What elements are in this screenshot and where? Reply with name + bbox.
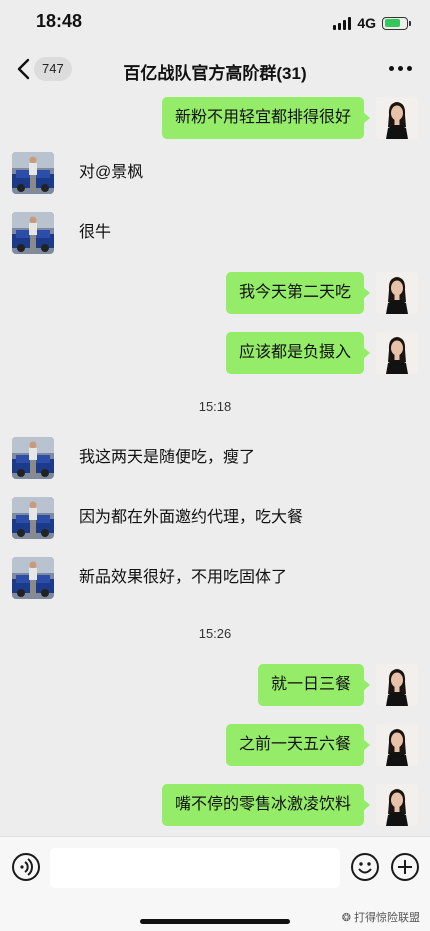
home-indicator: [140, 919, 290, 924]
input-bar: ❂ 打得惊险联盟: [0, 836, 430, 931]
message-bubble[interactable]: 新品效果很好，不用吃固体了: [66, 557, 300, 599]
avatar[interactable]: [376, 97, 418, 139]
avatar[interactable]: [376, 332, 418, 374]
message-row-received: 我这两天是随便吃，瘦了: [0, 437, 430, 483]
avatar[interactable]: [12, 152, 54, 194]
message-bubble[interactable]: 我今天第二天吃: [225, 272, 371, 314]
message-bubble[interactable]: 新粉不用轻宜都排得很好: [161, 97, 371, 139]
message-row-received: 很牛: [0, 212, 430, 258]
message-bubble[interactable]: 就一日三餐: [257, 664, 371, 706]
voice-icon[interactable]: [11, 852, 41, 882]
message-row-sent: 我今天第二天吃: [0, 272, 430, 318]
avatar[interactable]: [12, 212, 54, 254]
message-row-sent: 之前一天五六餐: [0, 724, 430, 770]
message-bubble[interactable]: 因为都在外面邀约代理，吃大餐: [66, 497, 316, 539]
timestamp: 15:18: [198, 399, 232, 414]
message-bubble[interactable]: 嘴不停的零售冰激凌饮料: [161, 784, 371, 826]
avatar[interactable]: [376, 784, 418, 826]
battery-icon: [382, 16, 411, 30]
message-bubble[interactable]: 很牛: [66, 212, 124, 254]
message-bubble[interactable]: 之前一天五六餐: [225, 724, 371, 766]
message-row-sent: 就一日三餐: [0, 664, 430, 710]
chat-title: 百亿战队官方高阶群(31): [123, 64, 307, 83]
avatar[interactable]: [376, 664, 418, 706]
status-icons: 4G: [333, 14, 411, 32]
message-bubble[interactable]: 我这两天是随便吃，瘦了: [66, 437, 268, 479]
message-bubble[interactable]: 应该都是负摄入: [225, 332, 371, 374]
message-bubble[interactable]: 对@景枫: [66, 152, 156, 194]
avatar[interactable]: [12, 557, 54, 599]
watermark: ❂ 打得惊险联盟: [341, 911, 420, 925]
signal-icon: [333, 16, 352, 30]
message-input[interactable]: [50, 848, 340, 888]
avatar[interactable]: [376, 272, 418, 314]
avatar[interactable]: [12, 497, 54, 539]
timestamp: 15:26: [198, 626, 232, 641]
chat-message-list[interactable]: 新粉不用轻宜都排得很好 对@景枫很牛我今天第二天吃 应该都是负摄入 15:18 我这两天…: [0, 92, 430, 836]
chat-header: 747 百亿战队官方高阶群(31): [0, 46, 430, 92]
message-row-sent: 嘴不停的零售冰激凌饮料: [0, 784, 430, 830]
wechat-logo-icon: ❂: [341, 911, 351, 924]
more-icon[interactable]: [389, 66, 412, 71]
message-row-received: 因为都在外面邀约代理，吃大餐: [0, 497, 430, 543]
network-label: 4G: [357, 15, 376, 31]
status-bar: 18:48 4G: [0, 0, 430, 46]
message-row-sent: 应该都是负摄入: [0, 332, 430, 378]
message-row-received: 新品效果很好，不用吃固体了: [0, 557, 430, 603]
avatar[interactable]: [376, 724, 418, 766]
plus-icon[interactable]: [390, 852, 420, 882]
message-row-received: 对@景枫: [0, 152, 430, 198]
message-row-sent: 新粉不用轻宜都排得很好: [0, 97, 430, 143]
avatar[interactable]: [12, 437, 54, 479]
emoji-icon[interactable]: [350, 852, 380, 882]
status-time: 18:48: [36, 11, 83, 31]
